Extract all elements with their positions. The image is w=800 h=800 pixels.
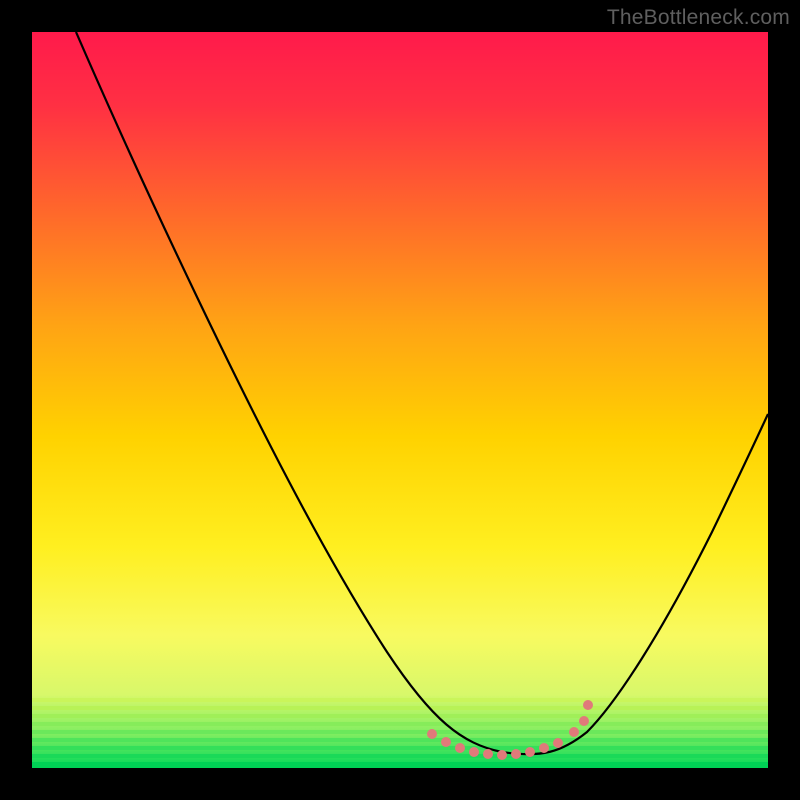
- chart-frame: [32, 32, 768, 768]
- attribution-text: TheBottleneck.com: [607, 6, 790, 30]
- gradient-background: [32, 32, 768, 768]
- green-band-stripes: [32, 698, 768, 768]
- bottleneck-plot: [32, 32, 768, 768]
